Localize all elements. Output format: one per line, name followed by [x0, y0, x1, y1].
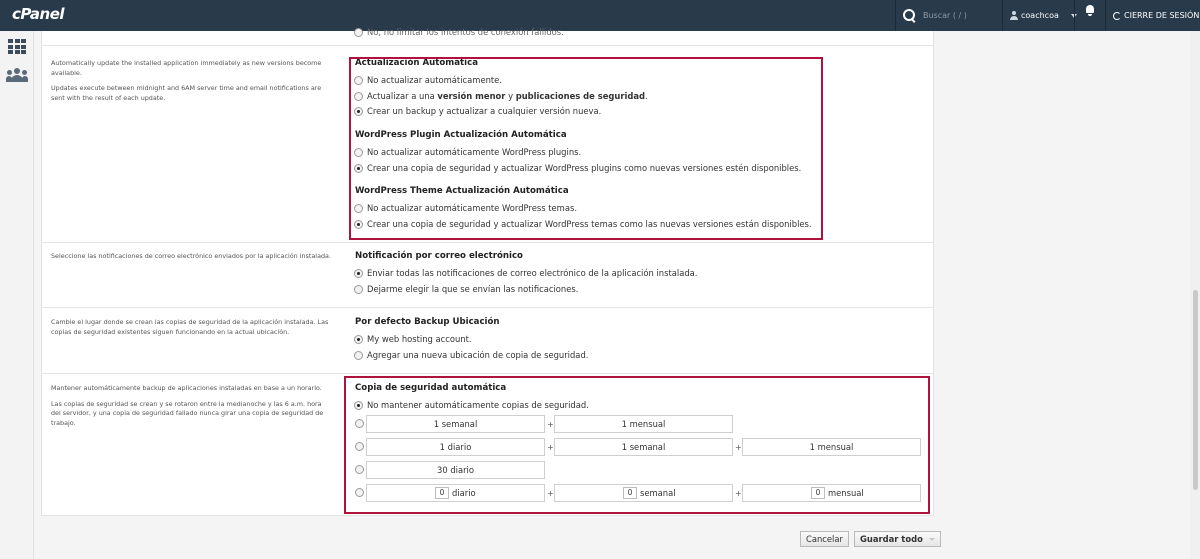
divider [42, 242, 933, 243]
user-icon [1010, 11, 1018, 20]
radio-button[interactable] [354, 350, 363, 360]
grid-icon[interactable] [8, 39, 26, 54]
top-bar: cPanel coachcoa CIERRE DE SESIÓN [0, 0, 1200, 31]
email-description: Seleccione las notificaciones de correo … [51, 252, 332, 260]
divider [1074, 0, 1075, 31]
auto-update-description: Automatically update the installed appli… [51, 59, 322, 102]
cut-off-option: No, no limitar los intentos de conexión … [354, 25, 564, 37]
divider [42, 373, 933, 374]
email-option-all[interactable]: Enviar todas las notificaciones de corre… [354, 268, 697, 278]
bell-icon[interactable] [1085, 5, 1095, 16]
search-input[interactable] [923, 11, 1003, 20]
username: coachcoa [1021, 11, 1059, 20]
users-icon[interactable] [6, 68, 28, 82]
email-option-choose[interactable]: Dejarme elegir la que se envían las noti… [354, 284, 578, 294]
divider [895, 0, 896, 31]
backup-location-description: Cambie el lugar donde se crean las copia… [51, 318, 329, 336]
backup-location-title: Por defecto Backup Ubicación [355, 317, 500, 327]
highlight-box-auto-backup [344, 376, 930, 514]
backup-location-option-account[interactable]: My web hosting account. [354, 334, 472, 344]
cpanel-logo[interactable]: cPanel [12, 5, 65, 23]
chevron-down-icon [928, 537, 935, 541]
email-title: Notificación por correo electrónico [355, 251, 523, 261]
divider [1105, 0, 1106, 31]
divider [42, 45, 933, 46]
scrollbar-thumb[interactable] [1193, 290, 1198, 490]
user-menu[interactable]: coachcoa [1010, 0, 1077, 31]
backup-location-option-add[interactable]: Agregar una nueva ubicación de copia de … [354, 350, 588, 360]
radio-button[interactable] [354, 28, 363, 37]
save-all-button[interactable]: Guardar todo [854, 531, 941, 547]
radio-button-selected[interactable] [354, 268, 363, 278]
radio-button-selected[interactable] [354, 334, 363, 344]
search-box[interactable] [903, 0, 1003, 31]
search-icon[interactable] [903, 8, 917, 23]
divider [42, 307, 933, 308]
radio-button[interactable] [354, 284, 363, 294]
logout-button[interactable]: CIERRE DE SESIÓN [1113, 0, 1199, 31]
logout-label: CIERRE DE SESIÓN [1124, 11, 1200, 20]
cancel-button[interactable]: Cancelar [800, 531, 849, 547]
left-rail [0, 31, 34, 559]
auto-backup-description: Mantener automáticamente backup de aplic… [51, 384, 324, 427]
logout-icon [1113, 11, 1121, 20]
highlight-box-auto-update [349, 57, 823, 240]
divider [1002, 0, 1003, 31]
